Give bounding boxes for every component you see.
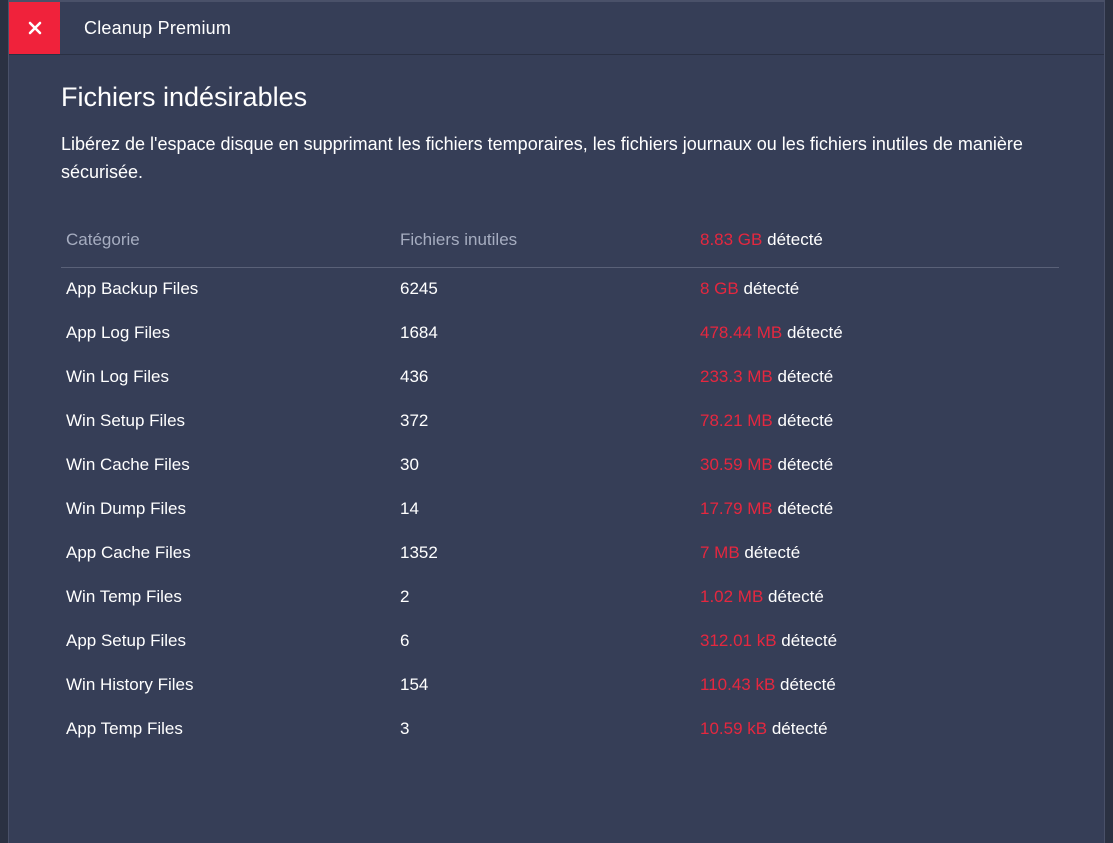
row-detected: 312.01 kB détecté <box>700 631 837 651</box>
page-title: Fichiers indésirables <box>61 82 308 112</box>
row-category: Win Temp Files <box>66 587 182 606</box>
app-title: Cleanup Premium <box>84 18 232 38</box>
header-total-detected: 8.83 GB détecté <box>700 230 823 250</box>
row-size: 8 GB <box>700 279 739 298</box>
row-size: 233.3 MB <box>700 367 773 386</box>
row-detected-label: détecté <box>744 543 801 562</box>
row-detected-label: détecté <box>780 675 836 694</box>
row-file-count: 3 <box>400 719 410 738</box>
table-row[interactable]: App Log Files 1684 478.44 MB détecté <box>61 312 1059 356</box>
row-file-count: 372 <box>400 411 429 430</box>
detected-label: détecté <box>767 230 823 249</box>
row-size: 312.01 kB <box>700 631 777 650</box>
row-size: 110.43 kB <box>700 675 776 694</box>
row-file-count: 436 <box>400 367 429 386</box>
cleanup-window: Cleanup Premium Fichiers indésirables Li… <box>8 0 1105 843</box>
row-detected: 8 GB détecté <box>700 279 799 299</box>
total-size: 8.83 GB <box>700 230 763 249</box>
table-row[interactable]: App Setup Files 6 312.01 kB détecté <box>61 620 1059 664</box>
row-category: App Temp Files <box>66 719 183 738</box>
row-detected-label: détecté <box>771 719 828 738</box>
row-file-count: 1352 <box>400 543 438 562</box>
row-detected-label: détecté <box>777 455 834 474</box>
table-row[interactable]: App Temp Files 3 10.59 kB détecté <box>61 708 1059 752</box>
table-row[interactable]: App Backup Files 6245 8 GB détecté <box>61 268 1059 312</box>
row-detected: 78.21 MB détecté <box>700 411 833 431</box>
close-button[interactable] <box>9 2 60 54</box>
page-description: Libérez de l'espace disque en supprimant… <box>61 134 1023 182</box>
row-size: 30.59 MB <box>700 455 773 474</box>
title-bar: Cleanup Premium <box>9 2 1104 55</box>
row-category: App Cache Files <box>66 543 191 562</box>
table-body: App Backup Files 6245 8 GB détecté App Log … <box>61 268 1059 752</box>
row-detected-label: détecté <box>777 499 834 518</box>
row-file-count: 14 <box>400 499 419 518</box>
row-detected-label: détecté <box>781 631 838 650</box>
row-category: App Backup Files <box>66 279 199 298</box>
row-file-count: 6 <box>400 631 410 650</box>
row-category: App Log Files <box>66 323 170 342</box>
table-row[interactable]: Win History Files 154 110.43 kB détecté <box>61 664 1059 708</box>
row-detected-label: détecté <box>743 279 800 298</box>
row-size: 7 MB <box>700 543 740 562</box>
row-category: Win Setup Files <box>66 411 186 430</box>
row-detected: 233.3 MB détecté <box>700 367 833 387</box>
table-row[interactable]: Win Temp Files 2 1.02 MB détecté <box>61 576 1059 620</box>
header-category: Catégorie <box>66 230 140 249</box>
junk-files-table: Catégorie Fichiers inutiles 8.83 GB déte… <box>61 220 1059 752</box>
row-detected-label: détecté <box>777 367 834 386</box>
row-category: Win History Files <box>66 675 194 694</box>
row-detected: 30.59 MB détecté <box>700 455 833 475</box>
row-category: Win Dump Files <box>66 499 186 518</box>
row-file-count: 154 <box>400 675 429 694</box>
row-detected: 17.79 MB détecté <box>700 499 833 519</box>
row-size: 1.02 MB <box>700 587 764 606</box>
row-category: App Setup Files <box>66 631 187 650</box>
table-row[interactable]: Win Cache Files 30 30.59 MB détecté <box>61 444 1059 488</box>
row-detected: 1.02 MB détecté <box>700 587 824 607</box>
row-detected-label: détecté <box>786 323 843 342</box>
table-row[interactable]: Win Log Files 436 233.3 MB détecté <box>61 356 1059 400</box>
table-row[interactable]: Win Dump Files 14 17.79 MB détecté <box>61 488 1059 532</box>
table-header: Catégorie Fichiers inutiles 8.83 GB déte… <box>61 220 1059 268</box>
row-detected-label: détecté <box>768 587 824 606</box>
close-icon <box>27 20 43 36</box>
row-size: 10.59 kB <box>700 719 768 738</box>
row-file-count: 2 <box>400 587 410 606</box>
row-size: 478.44 MB <box>700 323 783 342</box>
row-file-count: 1684 <box>400 323 438 342</box>
row-size: 78.21 MB <box>700 411 773 430</box>
row-detected: 110.43 kB détecté <box>700 675 836 695</box>
row-category: Win Log Files <box>66 367 169 386</box>
row-detected: 10.59 kB détecté <box>700 719 828 739</box>
row-category: Win Cache Files <box>66 455 190 474</box>
row-detected: 478.44 MB détecté <box>700 323 843 343</box>
header-files: Fichiers inutiles <box>400 230 518 249</box>
row-size: 17.79 MB <box>700 499 773 518</box>
row-file-count: 30 <box>400 455 419 474</box>
table-row[interactable]: App Cache Files 1352 7 MB détecté <box>61 532 1059 576</box>
row-detected: 7 MB détecté <box>700 543 800 563</box>
table-row[interactable]: Win Setup Files 372 78.21 MB détecté <box>61 400 1059 444</box>
row-file-count: 6245 <box>400 279 438 298</box>
row-detected-label: détecté <box>777 411 834 430</box>
